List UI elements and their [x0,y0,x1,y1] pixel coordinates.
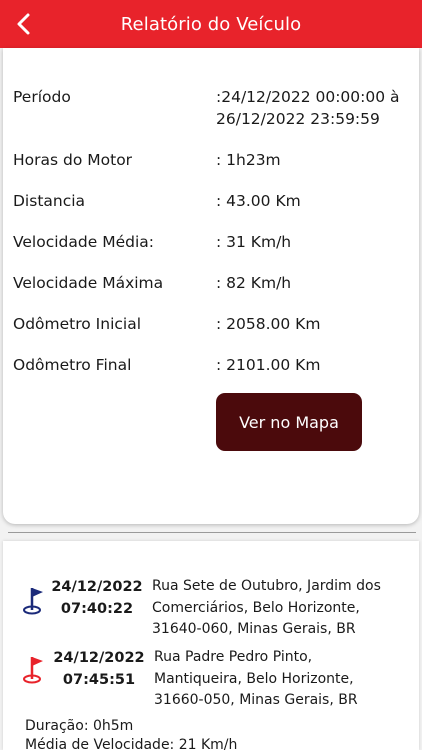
trip-start-time: 07:40:22 [60,601,134,617]
trip-avg-speed: Média de Velocidade: 21 Km/h [25,737,238,750]
period-end: 26/12/2022 23:59:59 [216,110,380,128]
trip-duration: Duração: 0h5m [25,718,134,734]
odometer-start-value: : 2058.00 Km [216,315,321,333]
distance-label: Distancia [13,192,86,210]
end-flag-icon [23,657,43,684]
page-title: Relatório do Veículo [120,13,302,35]
start-flag-icon [23,588,43,615]
odometer-end-value: : 2101.00 Km [216,356,321,374]
trip-start-item[interactable]: 24/12/2022 07:40:22 Rua Sete de Outubro,… [3,573,419,643]
chevron-left-icon [17,13,30,35]
avg-speed-value: : 31 Km/h [216,233,292,251]
app-header: Relatório do Veículo [0,0,422,48]
address-line: Comerciários, Belo Horizonte, [152,599,360,616]
view-on-map-button[interactable]: Ver no Mapa [216,393,362,451]
trip-start-datetime: 24/12/2022 07:40:22 [47,576,147,620]
back-button[interactable] [6,6,42,42]
address-line: Rua Sete de Outubro, Jardim dos [152,578,381,594]
address-line: Rua Padre Pedro Pinto, [154,649,313,665]
address-line: Mantiqueira, Belo Horizonte, [154,670,354,687]
trip-end-address: Rua Padre Pedro Pinto, Mantiqueira, Belo… [154,647,414,712]
max-speed-value: : 82 Km/h [216,274,292,292]
distance-value: : 43.00 Km [216,192,301,210]
odometer-start-label: Odômetro Inicial [13,315,142,333]
trip-list: 24/12/2022 07:40:22 Rua Sete de Outubro,… [3,541,419,750]
trip-end-time: 07:45:51 [62,672,136,688]
avg-speed-label: Velocidade Média: [13,233,154,251]
max-speed-label: Velocidade Máxima [13,274,164,292]
period-value: :24/12/2022 00:00:00 à 26/12/2022 23:59:… [216,86,416,130]
address-line: 31660-050, Minas Gerais, BR [154,692,358,708]
report-summary-card: Período :24/12/2022 00:00:00 à 26/12/202… [3,48,419,524]
engine-hours-label: Horas do Motor [13,151,133,169]
trip-end-date: 24/12/2022 [53,650,145,666]
trip-end-datetime: 24/12/2022 07:45:51 [49,647,149,691]
trip-start-address: Rua Sete de Outubro, Jardim dos Comerciá… [152,576,412,641]
engine-hours-value: : 1h23m [216,151,281,169]
period-start: :24/12/2022 00:00:00 à [216,88,400,106]
trip-start-date: 24/12/2022 [51,579,143,595]
address-line: 31640-060, Minas Gerais, BR [152,621,356,637]
period-label: Período [13,88,71,106]
odometer-end-label: Odômetro Final [13,356,132,374]
divider [8,532,416,533]
trip-end-item[interactable]: 24/12/2022 07:45:51 Rua Padre Pedro Pint… [3,644,419,714]
